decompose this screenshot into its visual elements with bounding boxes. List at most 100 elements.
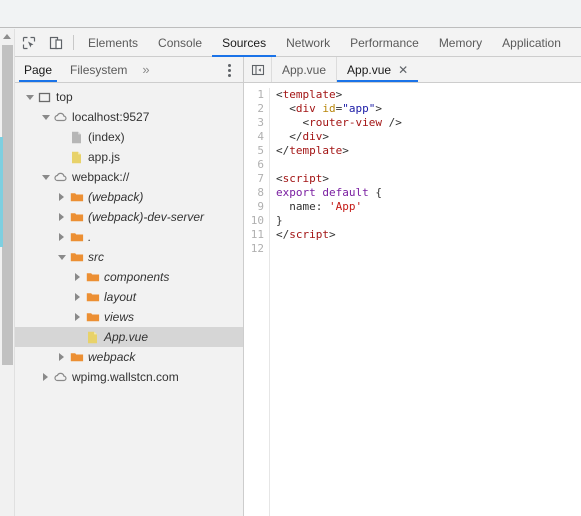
chevron-right-icon[interactable]	[55, 353, 68, 361]
line-number: 5	[257, 144, 264, 157]
line-number: 9	[257, 200, 264, 213]
editor-tab-app-vue-1[interactable]: App.vue	[271, 57, 336, 82]
code-token: </	[276, 144, 290, 157]
line-number: 11	[250, 228, 264, 241]
tree-item-webpack[interactable]: (webpack)	[15, 187, 243, 207]
code-line: }	[276, 214, 402, 228]
tab-application[interactable]: Application	[492, 29, 571, 56]
line-number: 8	[257, 186, 264, 199]
tree-item-src[interactable]: src	[15, 247, 243, 267]
nav-tab-page[interactable]: Page	[15, 57, 61, 82]
editor-tab-app-vue-2[interactable]: App.vue ✕	[336, 57, 419, 82]
close-icon[interactable]: ✕	[398, 64, 408, 76]
folder-icon	[68, 351, 85, 363]
code-token: name	[276, 200, 316, 213]
code-token: "app"	[342, 102, 376, 115]
chevron-down-icon[interactable]	[55, 254, 68, 260]
chevron-right-icon[interactable]	[71, 293, 84, 301]
code-line: <router-view />	[276, 116, 402, 130]
code-token: >	[375, 102, 382, 115]
scroll-up-arrow-icon[interactable]	[0, 29, 14, 43]
tree-item-app-vue[interactable]: App.vue	[15, 327, 243, 347]
code-token: />	[381, 116, 402, 129]
tab-elements[interactable]: Elements	[78, 29, 148, 56]
tree-item-label: .	[88, 230, 92, 244]
tab-performance[interactable]: Performance	[340, 29, 429, 56]
tab-console[interactable]: Console	[148, 29, 212, 56]
cloud-icon	[52, 111, 69, 123]
document-gray-icon	[68, 131, 85, 144]
accent-strip	[0, 137, 3, 247]
tree-item-wpimg-wallstcn-com[interactable]: wpimg.wallstcn.com	[15, 367, 243, 387]
tree-item-views[interactable]: views	[15, 307, 243, 327]
line-number: 6	[257, 158, 264, 171]
code-token: {	[368, 186, 382, 199]
editor-panel: App.vue App.vue ✕ 1 2 3 4 5 6 7 8 9 10 11 12 <templ…	[244, 57, 581, 516]
tab-network[interactable]: Network	[276, 29, 340, 56]
code-token: div	[295, 102, 316, 115]
device-toolbar-icon[interactable]	[42, 29, 69, 56]
page-scrollbar[interactable]	[0, 29, 15, 516]
code-line: </script>	[276, 228, 402, 242]
collapse-navigator-icon[interactable]	[244, 57, 271, 82]
code-token: :	[315, 200, 329, 213]
chevron-down-icon[interactable]	[39, 114, 52, 120]
tree-item-webpack[interactable]: webpack	[15, 347, 243, 367]
tree-item-label: views	[104, 310, 135, 324]
chevron-right-icon[interactable]	[55, 233, 68, 241]
tree-item-[interactable]: .	[15, 227, 243, 247]
code-line: </template>	[276, 144, 402, 158]
file-tree: top localhost:9527 (index) app.js webpack://…	[15, 83, 243, 516]
inspect-element-icon[interactable]	[15, 29, 42, 56]
tree-item-label: layout	[104, 290, 137, 304]
nav-overflow-chevron-icon[interactable]: »	[136, 57, 155, 82]
scrollbar-thumb[interactable]	[2, 45, 13, 365]
nav-tab-filesystem[interactable]: Filesystem	[61, 57, 136, 82]
page-viewport-area	[0, 0, 581, 28]
tree-item-label: localhost:9527	[72, 110, 150, 124]
devtools-body: Elements Console Sources Network Perform…	[15, 29, 581, 516]
tree-item-app-js[interactable]: app.js	[15, 147, 243, 167]
chevron-right-icon[interactable]	[39, 373, 52, 381]
editor-tabbar: App.vue App.vue ✕	[244, 57, 581, 83]
line-number: 3	[257, 116, 264, 129]
tree-item-label: top	[56, 90, 73, 104]
code-editor[interactable]: 1 2 3 4 5 6 7 8 9 10 11 12 <template> <div id="app"…	[244, 83, 581, 516]
line-number: 1	[257, 88, 264, 101]
tab-memory[interactable]: Memory	[429, 29, 492, 56]
line-number-gutter: 1 2 3 4 5 6 7 8 9 10 11 12	[244, 88, 270, 516]
tree-item-webpack-dev-server[interactable]: (webpack)-dev-server	[15, 207, 243, 227]
tree-item-label: components	[104, 270, 170, 284]
tab-sources[interactable]: Sources	[212, 29, 277, 57]
chevron-right-icon[interactable]	[55, 213, 68, 221]
tree-item-components[interactable]: components	[15, 267, 243, 287]
tree-item-top[interactable]: top	[15, 87, 243, 107]
code-token: 'App'	[329, 200, 363, 213]
code-line: <div id="app">	[276, 102, 402, 116]
chevron-down-icon[interactable]	[39, 174, 52, 180]
tree-item-label: wpimg.wallstcn.com	[72, 370, 179, 384]
tree-item-index[interactable]: (index)	[15, 127, 243, 147]
document-yellow-icon	[84, 331, 101, 344]
code-token: <	[276, 116, 310, 129]
more-options-icon[interactable]	[221, 57, 237, 83]
code-token: template	[282, 88, 336, 101]
code-token: <	[276, 172, 283, 185]
tree-item-webpack[interactable]: webpack://	[15, 167, 243, 187]
tree-item-localhost-9527[interactable]: localhost:9527	[15, 107, 243, 127]
code-content[interactable]: < template > <div id="app"> <router-view /…	[270, 88, 402, 516]
tree-item-layout[interactable]: layout	[15, 287, 243, 307]
chevron-down-icon[interactable]	[23, 94, 36, 100]
chevron-right-icon[interactable]	[71, 313, 84, 321]
navigator-tabbar: Page Filesystem »	[15, 57, 243, 83]
toolbar-divider	[73, 35, 74, 50]
line-number: 2	[257, 102, 264, 115]
folder-icon	[68, 191, 85, 203]
chevron-right-icon[interactable]	[55, 193, 68, 201]
code-token: id	[322, 102, 336, 115]
chevron-right-icon[interactable]	[71, 273, 84, 281]
tree-item-label: App.vue	[104, 330, 149, 344]
code-line: </div>	[276, 130, 402, 144]
code-token: div	[302, 130, 323, 143]
folder-icon	[84, 271, 101, 283]
